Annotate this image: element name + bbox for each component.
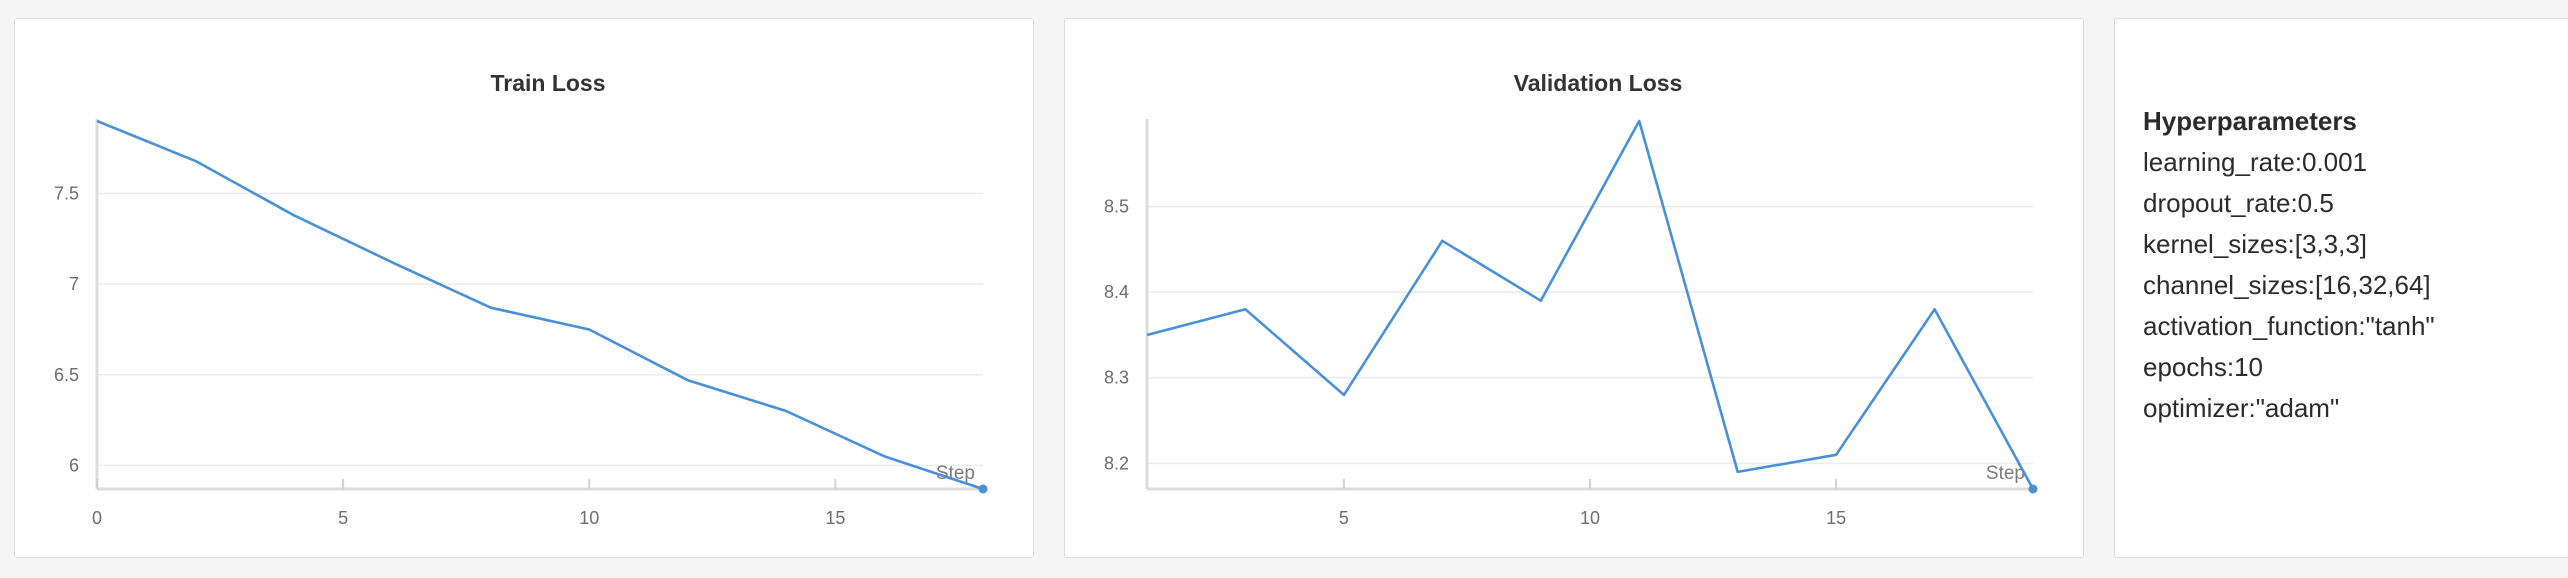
hyperparameter-dropout-rate: dropout_rate:0.5 <box>2143 188 2334 218</box>
y-tick-label: 8.3 <box>1104 368 1129 388</box>
y-tick-label: 8.4 <box>1104 282 1129 302</box>
y-tick-label: 7 <box>69 274 79 294</box>
series-last-point <box>978 484 988 494</box>
x-tick-label: 15 <box>1826 508 1846 528</box>
hyperparameter-learning-rate: learning_rate:0.001 <box>2143 147 2368 177</box>
y-tick-label: 6 <box>69 455 79 475</box>
x-tick-label: 10 <box>1580 508 1600 528</box>
x-tick-label: 5 <box>1339 508 1349 528</box>
validation-loss-chart: Validation Loss8.28.38.48.55 10 15Step <box>1104 70 2038 528</box>
y-tick-label: 8.5 <box>1104 197 1129 217</box>
y-tick-label: 7.5 <box>54 184 79 204</box>
hyperparameters-panel: Hyperparameters learning_rate:0.001 drop… <box>2114 18 2568 558</box>
validation-loss-panel: Validation Loss 8.2 8.3 8.4 8.5 5 10 15 Step <box>1064 18 2084 558</box>
series-line <box>96 119 984 491</box>
hyperparameter-kernel-sizes: kernel_sizes:[3,3,3] <box>2143 229 2368 259</box>
hyperparameter-optimizer: optimizer:"adam" <box>2143 393 2340 423</box>
hyperparameter-epochs: epochs:10 <box>2143 352 2263 382</box>
x-tick-label: 0 <box>92 508 102 528</box>
hyperparameter-channel-sizes: channel_sizes:[16,32,64] <box>2143 270 2431 300</box>
y-tick-label: 8.2 <box>1104 453 1129 473</box>
train-loss-panel: Train Loss 6 6.5 7 7.5 0 5 10 15 Step <box>14 18 1034 558</box>
chart-title: Validation Loss <box>1514 70 1683 96</box>
hyperparameters-title: Hyperparameters <box>2143 106 2357 136</box>
x-tick-label: 5 <box>338 508 348 528</box>
hyperparameter-activation-function: activation_function:"tanh" <box>2143 311 2435 341</box>
hyperparameters-list: Hyperparameters learning_rate:0.001 drop… <box>2143 101 2435 429</box>
y-tick-label: 6.5 <box>54 365 79 385</box>
series-last-point <box>2028 484 2038 494</box>
chart-title: Train Loss <box>490 70 605 96</box>
x-tick-label: 15 <box>825 508 845 528</box>
x-tick-label: 10 <box>579 508 599 528</box>
train-loss-chart: Train Loss66.577.50 5 10 15Step <box>54 70 988 528</box>
series-line <box>1146 119 2035 490</box>
